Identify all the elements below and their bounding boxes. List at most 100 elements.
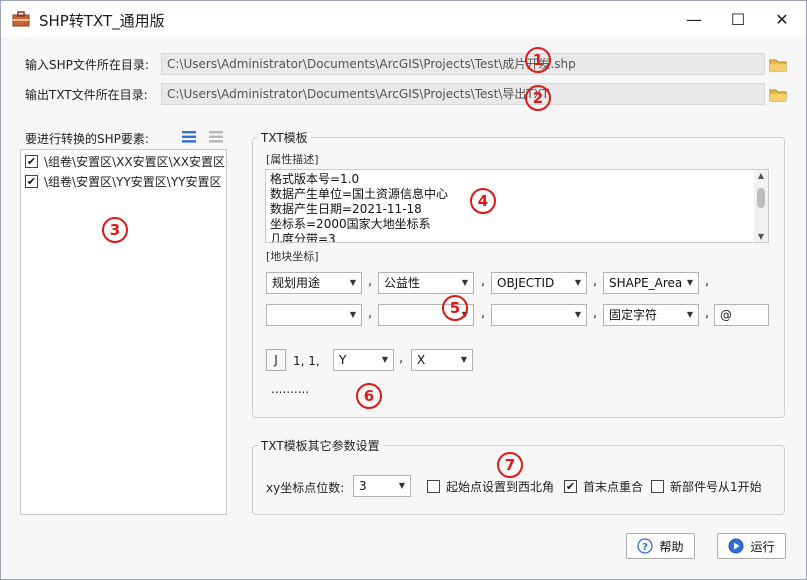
attr-line: 格式版本号=1.0	[270, 172, 360, 186]
checkbox-label: 首末点重合	[583, 480, 644, 494]
annotation-marker-5: 5	[442, 295, 468, 321]
separator: ,	[368, 274, 373, 289]
input-dir-field[interactable]: C:\Users\Administrator\Documents\ArcGIS\…	[161, 53, 765, 75]
field-combo-8[interactable]: 固定字符 ▼	[603, 304, 699, 326]
run-button[interactable]: 运行	[717, 533, 786, 559]
close-button[interactable]: ✕	[764, 5, 800, 33]
combo-value: 固定字符	[609, 308, 658, 322]
chevron-down-icon: ▼	[461, 278, 468, 287]
xy-digits-combo[interactable]: 3 ▼	[353, 475, 411, 497]
shp-listbox[interactable]: ✔ \组卷\安置区\XX安置区\XX安置区 ✔ \组卷\安置区\YY安置区\YY…	[20, 149, 227, 515]
chevron-down-icon: ▼	[381, 355, 388, 364]
annotation-marker-4: 4	[470, 188, 496, 214]
title-bar: SHP转TXT_通用版 — ☐ ✕	[1, 1, 806, 37]
select-all-icon[interactable]	[181, 130, 197, 144]
other-params-title: TXT模板其它参数设置	[258, 437, 383, 454]
output-dir-label: 输出TXT文件所在目录:	[25, 88, 148, 102]
help-button-label: 帮助	[659, 539, 684, 554]
list-item-checkbox[interactable]: ✔	[25, 154, 38, 168]
field-combo-1[interactable]: 规划用途 ▼	[266, 272, 362, 294]
coord-label: [地块坐标]	[266, 250, 319, 263]
point-index-text: 1, 1,	[293, 354, 320, 368]
combo-value: Y	[339, 353, 347, 367]
combo-value: 公益性	[384, 276, 421, 290]
close-icon: ✕	[775, 9, 789, 29]
annotation-marker-6: 6	[356, 383, 382, 409]
deselect-all-icon[interactable]	[208, 130, 224, 144]
toolbox-icon	[12, 11, 30, 27]
help-button[interactable]: ? 帮助	[626, 533, 695, 559]
run-button-label: 运行	[750, 539, 775, 554]
separator: ,	[481, 306, 486, 321]
scroll-thumb[interactable]	[757, 188, 765, 208]
combo-value: SHAPE_Area	[609, 276, 683, 290]
chevron-down-icon: ▼	[398, 481, 405, 490]
start-nw-checkbox[interactable]: 起始点设置到西北角	[427, 478, 554, 495]
y-combo[interactable]: Y ▼	[333, 349, 394, 371]
chevron-down-icon: ▼	[349, 278, 356, 287]
list-item-checkbox[interactable]: ✔	[25, 174, 38, 188]
textarea-scrollbar[interactable]: ▲ ▼	[754, 170, 768, 242]
field-combo-2[interactable]: 公益性 ▼	[378, 272, 474, 294]
attr-line: 几度分带=3	[270, 232, 336, 243]
help-icon: ?	[637, 538, 654, 554]
maximize-icon: ☐	[730, 9, 746, 29]
x-combo[interactable]: X ▼	[411, 349, 473, 371]
combo-value: 规划用途	[272, 276, 321, 290]
field-combo-3[interactable]: OBJECTID ▼	[491, 272, 587, 294]
first-last-checkbox[interactable]: ✔ 首末点重合	[564, 478, 643, 495]
chevron-down-icon: ▼	[349, 310, 356, 319]
chevron-down-icon: ▼	[574, 310, 581, 319]
output-folder-icon[interactable]	[769, 88, 787, 102]
chevron-down-icon: ▼	[574, 278, 581, 287]
checkbox-box[interactable]	[427, 480, 440, 493]
chevron-down-icon: ▼	[686, 310, 693, 319]
combo-value: X	[417, 353, 426, 367]
annotation-marker-7: 7	[497, 452, 523, 478]
minimize-icon: —	[686, 9, 702, 29]
checkbox-label: 新部件号从1开始	[670, 480, 762, 494]
xy-digits-label: xy坐标点位数:	[266, 481, 345, 495]
separator: ,	[593, 306, 598, 321]
svg-text:?: ?	[643, 542, 649, 553]
shp-list-label: 要进行转换的SHP要素:	[25, 132, 149, 146]
chevron-down-icon: ▼	[460, 355, 467, 364]
field-combo-5[interactable]: ▼	[266, 304, 362, 326]
input-dir-label: 输入SHP文件所在目录:	[25, 58, 149, 72]
separator: ,	[705, 306, 710, 321]
minimize-button[interactable]: —	[676, 5, 712, 33]
chevron-down-icon: ▼	[686, 278, 693, 287]
scroll-up-icon[interactable]: ▲	[754, 171, 768, 180]
field-combo-7[interactable]: ▼	[491, 304, 587, 326]
separator: ,	[399, 351, 404, 366]
attr-line: 数据产生日期=2021-11-18	[270, 202, 422, 216]
point-prefix-button[interactable]: J	[266, 349, 286, 371]
list-item[interactable]: ✔ \组卷\安置区\XX安置区\XX安置区	[25, 152, 225, 170]
maximize-button[interactable]: ☐	[720, 5, 756, 33]
checkbox-box[interactable]: ✔	[564, 480, 577, 493]
new-part-checkbox[interactable]: 新部件号从1开始	[651, 478, 762, 495]
list-item[interactable]: ✔ \组卷\安置区\YY安置区\YY安置区	[25, 172, 222, 190]
field-combo-4[interactable]: SHAPE_Area ▼	[603, 272, 699, 294]
txt-template-title: TXT模板	[258, 129, 311, 146]
combo-value: 3	[359, 479, 367, 493]
scroll-down-icon[interactable]: ▼	[754, 232, 768, 241]
separator: ,	[705, 274, 710, 289]
annotation-marker-1: 1	[525, 47, 551, 73]
separator: ,	[368, 306, 373, 321]
annotation-marker-2: 2	[525, 85, 551, 111]
checkbox-box[interactable]	[651, 480, 664, 493]
checkbox-label: 起始点设置到西北角	[446, 480, 555, 494]
input-folder-icon[interactable]	[769, 58, 787, 72]
separator: ,	[481, 274, 486, 289]
window-title: SHP转TXT_通用版	[39, 12, 165, 30]
main-window: SHP转TXT_通用版 — ☐ ✕ 输入SHP文件所在目录: C:\Users\…	[0, 0, 807, 580]
output-dir-field[interactable]: C:\Users\Administrator\Documents\ArcGIS\…	[161, 83, 765, 105]
attr-desc-label: [属性描述]	[266, 153, 319, 166]
attr-line: 数据产生单位=国土资源信息中心	[270, 187, 449, 201]
ellipsis-text: ..........	[271, 382, 310, 396]
separator: ,	[593, 274, 598, 289]
fixed-char-input[interactable]: @	[714, 304, 769, 326]
list-item-label: \组卷\安置区\YY安置区\YY安置区	[44, 174, 222, 189]
attr-desc-textarea[interactable]: 格式版本号=1.0 数据产生单位=国土资源信息中心 数据产生日期=2021-11…	[265, 169, 769, 243]
